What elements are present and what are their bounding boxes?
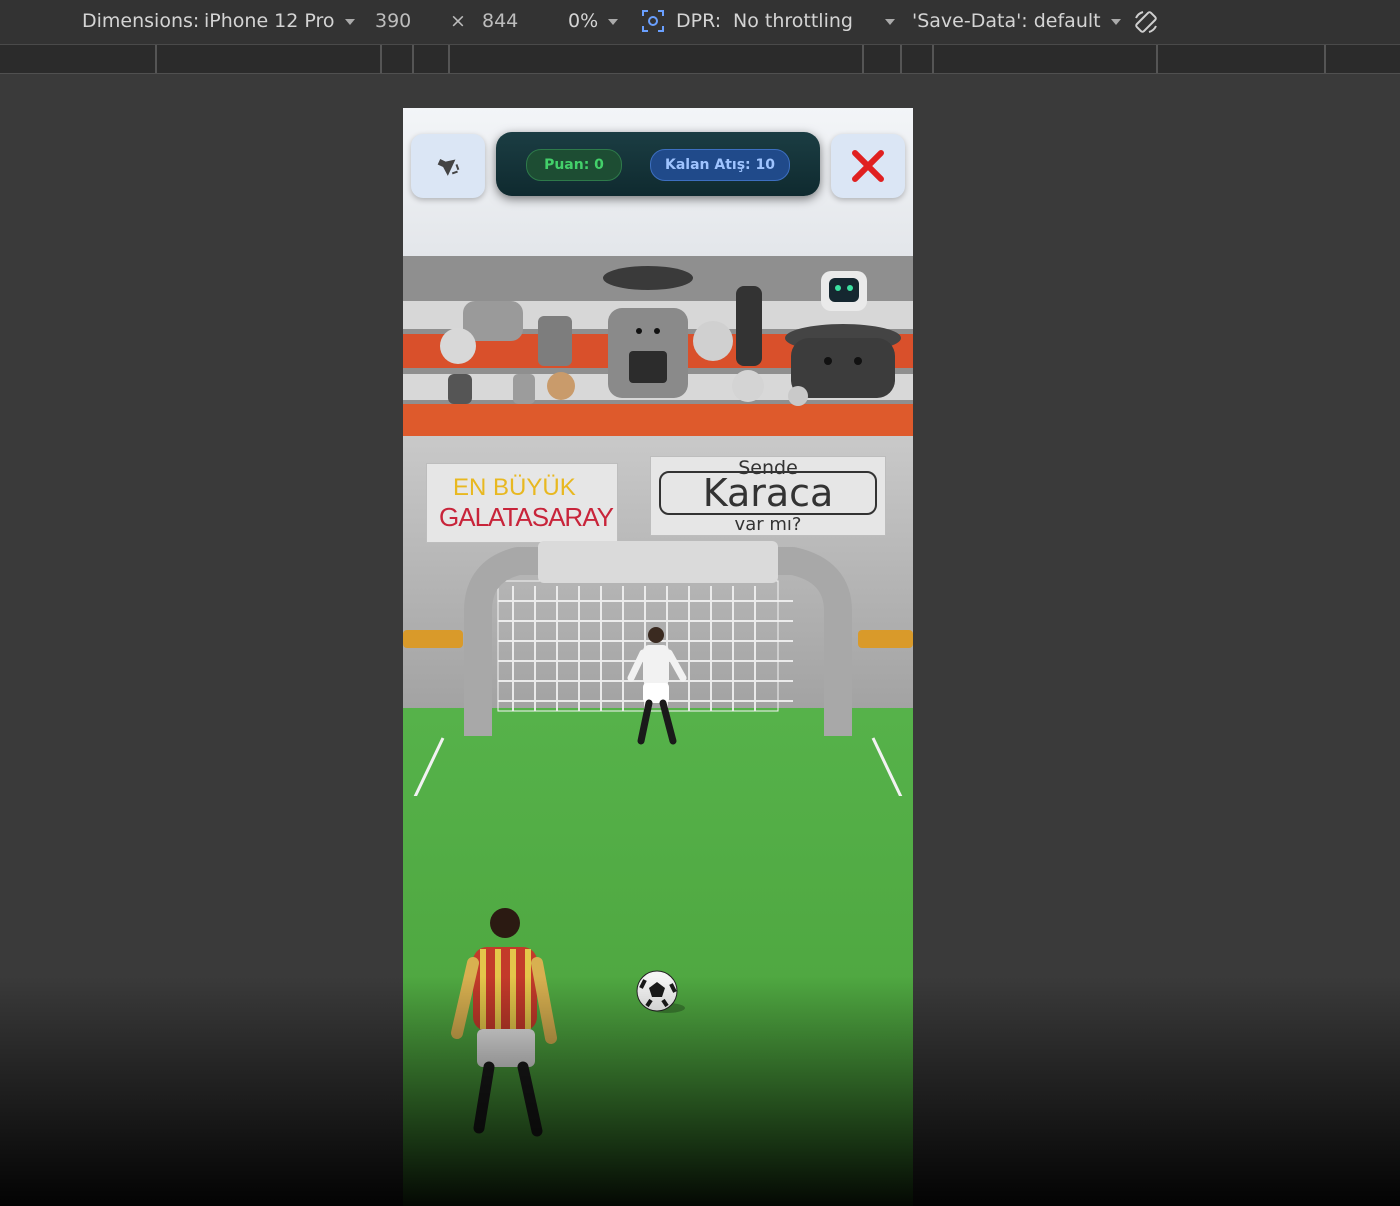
close-button[interactable]	[831, 134, 905, 198]
player	[451, 908, 557, 1137]
save-data-select[interactable]: 'Save-Data': default	[912, 10, 1121, 32]
banner-karaca: Sende Karaca var mı?	[650, 456, 886, 536]
throttling-select[interactable]: No throttling	[733, 10, 895, 32]
chevron-down-icon	[608, 18, 619, 25]
height-input[interactable]: 844	[482, 10, 518, 32]
shots-remaining-badge: Kalan Atış: 10	[650, 149, 790, 181]
times-separator: ×	[450, 10, 466, 32]
capture-icon[interactable]	[641, 9, 665, 38]
banner-galatasaray: EN BÜYÜK GALATASARAY	[426, 463, 618, 543]
chevron-down-icon	[344, 18, 355, 25]
device-select[interactable]: iPhone 12 Pro	[204, 10, 355, 32]
score-panel: Puan: 0 Kalan Atış: 10	[496, 132, 820, 196]
close-icon	[852, 150, 884, 182]
appliance-fans	[440, 266, 901, 406]
device-toolbar: Dimensions: iPhone 12 Pro 390 × 844 0% D…	[0, 0, 1400, 45]
chevron-down-icon	[884, 18, 895, 25]
rotate-icon[interactable]	[1132, 8, 1160, 41]
game-screen[interactable]: EN BÜYÜK GALATASARAY Sende Karaca var mı…	[403, 108, 913, 1206]
soccer-ball[interactable]	[635, 970, 685, 1016]
media-query-ruler	[0, 45, 1400, 74]
zoom-select[interactable]: 0%	[568, 10, 619, 32]
dimensions-label: Dimensions:	[82, 10, 200, 32]
chevron-down-icon	[1110, 18, 1121, 25]
dpr-label: DPR:	[676, 10, 722, 32]
goalkeeper	[627, 627, 687, 745]
stadium-stands	[403, 256, 913, 436]
sound-button[interactable]	[411, 134, 485, 198]
width-input[interactable]: 390	[375, 10, 411, 32]
score-badge: Puan: 0	[526, 149, 622, 181]
speaker-icon	[437, 159, 460, 176]
